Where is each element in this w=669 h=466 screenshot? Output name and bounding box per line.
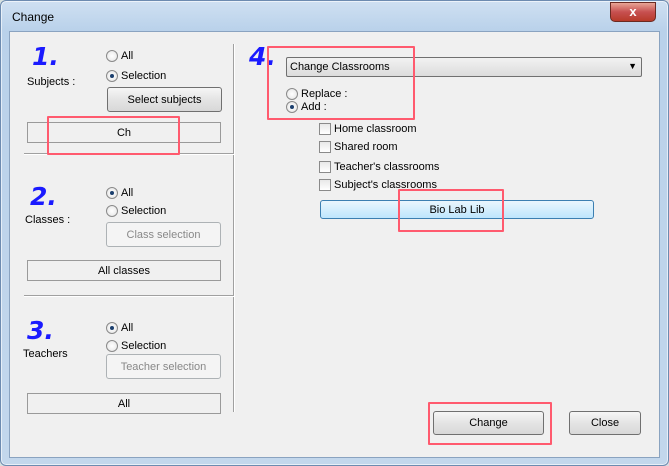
classes-label: Classes : <box>25 214 71 226</box>
radio-selected-icon <box>106 322 118 334</box>
add-radio[interactable]: Add : <box>286 100 327 114</box>
subjects-all-label: All <box>121 50 134 62</box>
classes-selection-label: Selection <box>121 205 167 217</box>
window-close-icon[interactable]: x <box>610 2 656 22</box>
subjects-label: Subjects : <box>27 76 76 88</box>
radio-selected-icon <box>106 187 118 199</box>
classes-all-radio[interactable]: All <box>106 186 133 200</box>
section-separator-2 <box>24 295 234 297</box>
teachers-selection-radio[interactable]: Selection <box>106 339 166 353</box>
radio-icon <box>106 50 118 62</box>
subjects-classrooms-label: Subject's classrooms <box>334 179 437 191</box>
checkbox-icon <box>319 123 331 135</box>
replace-radio[interactable]: Replace : <box>286 87 347 101</box>
dialog-client: 1. Subjects : All Selection Select subje… <box>9 31 660 458</box>
checkbox-icon <box>319 179 331 191</box>
teachers-all-label: All <box>121 322 134 334</box>
replace-label: Replace : <box>301 88 348 100</box>
checkbox-icon <box>319 141 331 153</box>
classes-all-label: All <box>121 187 134 199</box>
home-classroom-checkbox[interactable]: Home classroom <box>319 122 417 136</box>
teachers-all-radio[interactable]: All <box>106 321 133 335</box>
shared-room-checkbox[interactable]: Shared room <box>319 140 398 154</box>
teachers-selection-label: Selection <box>121 340 167 352</box>
change-button[interactable]: Change <box>433 411 544 435</box>
section-separator-1 <box>24 153 234 155</box>
subjects-value-field: Ch <box>27 122 221 143</box>
close-button[interactable]: Close <box>569 411 641 435</box>
subjects-classrooms-checkbox[interactable]: Subject's classrooms <box>319 178 437 192</box>
class-selection-button[interactable]: Class selection <box>106 222 221 247</box>
subjects-all-radio[interactable]: All <box>106 49 133 63</box>
teacher-selection-button[interactable]: Teacher selection <box>106 354 221 379</box>
subjects-selection-radio[interactable]: Selection <box>106 69 166 83</box>
teachers-classrooms-checkbox[interactable]: Teacher's classrooms <box>319 160 439 174</box>
classrooms-button[interactable]: Bio Lab Lib <box>320 200 594 219</box>
chevron-down-icon: ▼ <box>628 61 637 71</box>
step-number-4: 4. <box>249 42 276 71</box>
teachers-value-field: All <box>27 393 221 414</box>
classes-value-field: All classes <box>27 260 221 281</box>
change-type-dropdown[interactable]: Change Classrooms ▼ <box>286 57 642 77</box>
checkbox-icon <box>319 161 331 173</box>
radio-icon <box>286 88 298 100</box>
step-number-3: 3. <box>27 316 54 345</box>
shared-room-label: Shared room <box>334 141 398 153</box>
radio-icon <box>106 205 118 217</box>
add-label: Add : <box>301 101 327 113</box>
select-subjects-button[interactable]: Select subjects <box>107 87 222 112</box>
classes-selection-radio[interactable]: Selection <box>106 204 166 218</box>
change-dialog: Change x 1. Subjects : All Selection Sel… <box>0 0 669 466</box>
step-number-1: 1. <box>32 42 59 71</box>
title-bar[interactable]: Change x <box>1 1 668 31</box>
subjects-selection-label: Selection <box>121 70 167 82</box>
teachers-label: Teachers <box>23 348 68 360</box>
radio-selected-icon <box>106 70 118 82</box>
teachers-classrooms-label: Teacher's classrooms <box>334 161 440 173</box>
home-classroom-label: Home classroom <box>334 123 417 135</box>
radio-icon <box>106 340 118 352</box>
change-type-value: Change Classrooms <box>290 61 390 73</box>
radio-selected-icon <box>286 101 298 113</box>
column-separator <box>233 44 235 412</box>
step-number-2: 2. <box>30 182 57 211</box>
window-title: Change <box>12 10 55 24</box>
